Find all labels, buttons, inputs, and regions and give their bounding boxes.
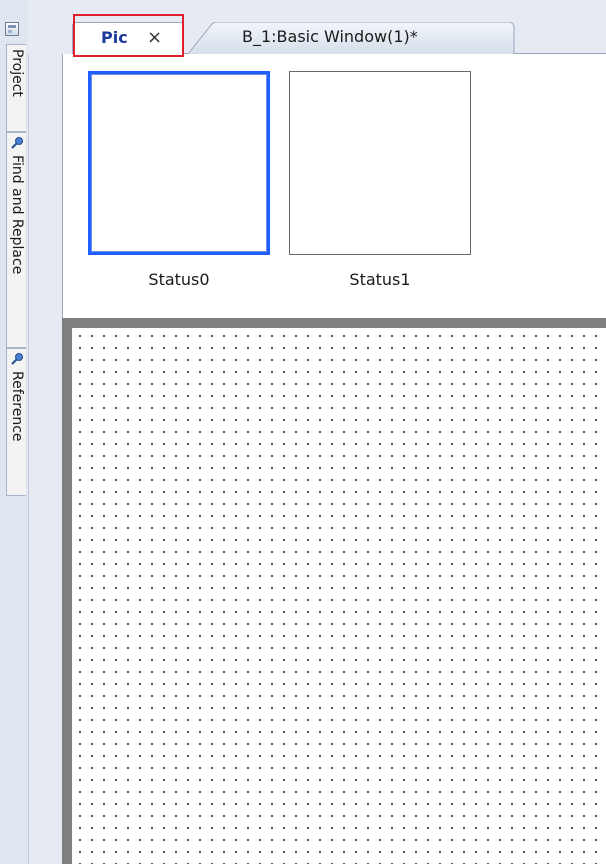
status-thumbnail[interactable]	[88, 71, 270, 255]
status-label: Status0	[148, 270, 210, 289]
document-tab-strip: Pic × B_1:Basic Window(1)*	[28, 0, 606, 54]
tab-pic[interactable]: Pic ×	[72, 22, 184, 54]
sidebar-item-label: Reference	[9, 371, 25, 442]
editor-window: Project Find and Replace Reference Pic ×	[0, 0, 606, 864]
window-icon[interactable]	[5, 22, 19, 36]
sidebar-item-label: Project	[9, 49, 25, 97]
tab-basic-window[interactable]: B_1:Basic Window(1)*	[188, 22, 524, 54]
sidebar-item-find-and-replace[interactable]: Find and Replace	[6, 132, 26, 348]
side-dock: Project Find and Replace Reference	[0, 0, 29, 864]
tab-label: Pic	[101, 28, 128, 47]
sidebar-item-project[interactable]: Project	[6, 44, 26, 132]
status-label: Status1	[349, 270, 411, 289]
sidebar-item-label: Find and Replace	[9, 155, 25, 275]
tab-label: B_1:Basic Window(1)*	[242, 27, 418, 46]
status-thumbnail[interactable]	[289, 71, 471, 255]
canvas-frame	[62, 318, 606, 864]
picture-status-panel: Status0 Status1	[62, 54, 606, 318]
design-canvas[interactable]	[72, 328, 606, 864]
sidebar-item-reference[interactable]: Reference	[6, 348, 26, 496]
close-icon[interactable]: ×	[147, 23, 162, 53]
